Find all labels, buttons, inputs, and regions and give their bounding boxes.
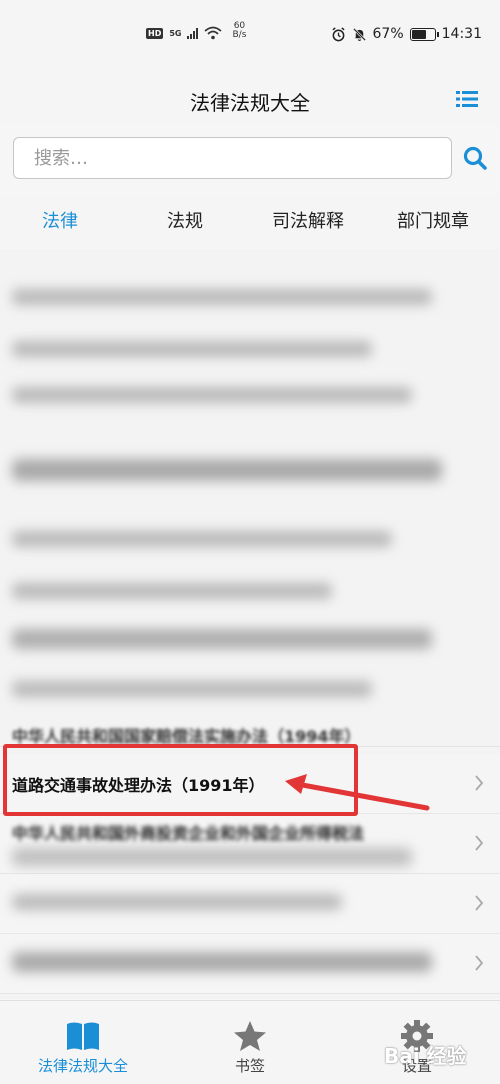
battery-icon — [409, 27, 439, 41]
list-item[interactable] — [0, 934, 500, 994]
chevron-right-icon — [475, 895, 484, 911]
tab-laws[interactable]: 法律 — [42, 207, 78, 233]
battery-fill — [411, 29, 426, 39]
search-row — [0, 137, 500, 181]
annotation-arrow — [285, 774, 430, 811]
list-menu-icon[interactable] — [456, 89, 478, 109]
hd-badge: HD — [146, 27, 164, 39]
chevron-right-icon — [475, 775, 484, 791]
app-header: 法律法规大全 — [0, 75, 500, 125]
nav-laws-collection[interactable]: 法律法规大全 — [13, 1001, 153, 1084]
alarm-icon — [331, 26, 345, 41]
tab-department-rules[interactable]: 部门规章 — [397, 207, 469, 233]
nav-bookmarks[interactable]: 书签 — [180, 1001, 320, 1084]
status-right: 67% 14:31 — [331, 26, 482, 42]
star-icon — [234, 1021, 266, 1051]
nav-label: 法律法规大全 — [37, 1057, 128, 1075]
chevron-right-icon — [475, 835, 484, 851]
net-speed: 60 B/s — [232, 22, 246, 40]
mute-bell-icon — [352, 27, 366, 41]
wifi-icon — [204, 26, 223, 40]
status-bar: HD 5G 60 B/s 67% 14:31 — [0, 0, 500, 75]
baidu-watermark: Bai 经验 — [384, 1044, 467, 1068]
tab-judicial-interpretation[interactable]: 司法解释 — [272, 207, 344, 233]
network-type: 5G — [169, 28, 182, 38]
law-list: 中华人民共和国国家赔偿法实施办法（1994年） 道路交通事故处理办法（1991年… — [0, 249, 500, 999]
tab-regulations[interactable]: 法规 — [167, 207, 203, 233]
search-input[interactable] — [13, 137, 452, 179]
battery-percent: 67% — [372, 26, 404, 42]
list-item[interactable] — [0, 874, 500, 934]
list-item[interactable]: 中华人民共和国外商投资企业和外国企业所得税法 — [0, 814, 500, 874]
signal-icon — [187, 27, 199, 39]
search-icon[interactable] — [462, 145, 488, 171]
chevron-right-icon — [475, 955, 484, 971]
net-speed-unit: B/s — [232, 30, 247, 40]
nav-label: 书签 — [234, 1057, 265, 1075]
status-left: HD 5G 60 B/s — [146, 22, 246, 40]
category-tabs: 法律 法规 司法解释 部门规章 — [0, 195, 500, 247]
list-item-title: 中华人民共和国外商投资企业和外国企业所得税法 — [12, 824, 365, 843]
clock: 14:31 — [441, 26, 482, 42]
page-title: 法律法规大全 — [190, 91, 310, 115]
book-icon — [67, 1022, 99, 1050]
list-item[interactable]: 中华人民共和国国家赔偿法实施办法（1994年） — [0, 689, 500, 747]
